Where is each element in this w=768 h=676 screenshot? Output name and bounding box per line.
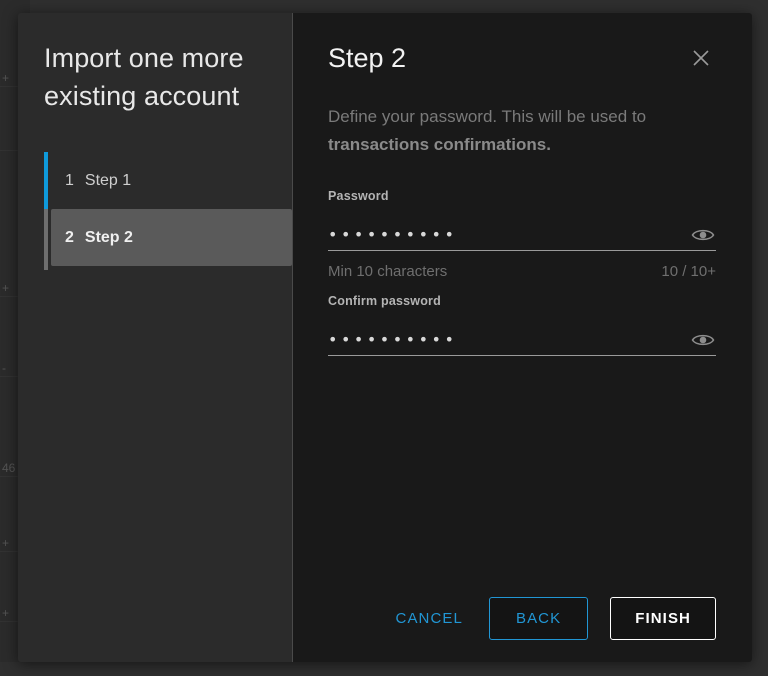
password-form: Password •••••••••• Min 10 characters 10… (328, 189, 716, 356)
modal-left-panel: Import one more existing account 1 Step … (18, 13, 292, 662)
confirm-password-input[interactable]: •••••••••• (328, 331, 690, 348)
password-hint-row: Min 10 characters 10 / 10+ (328, 263, 716, 280)
confirm-password-label: Confirm password (328, 294, 441, 308)
finish-button[interactable]: FINISH (610, 597, 716, 640)
backdrop-bottom-bar (0, 662, 768, 676)
eye-icon[interactable] (690, 330, 716, 350)
step-header: Step 2 (328, 41, 716, 75)
stepper-item-label: Step 1 (84, 171, 132, 189)
password-hint: Min 10 characters (328, 263, 448, 280)
step-description-emphasis: transactions confirmations. (328, 135, 551, 154)
cancel-button[interactable]: CANCEL (392, 600, 467, 637)
password-input[interactable]: •••••••••• (328, 226, 690, 243)
stepper-item-step-1[interactable]: 1 Step 1 (18, 152, 292, 209)
confirm-password-field-block: Confirm password •••••••••• (328, 294, 716, 356)
password-field-block: Password •••••••••• Min 10 characters 10… (328, 189, 716, 280)
confirm-password-input-wrap[interactable]: •••••••••• (328, 324, 716, 356)
back-button[interactable]: BACK (488, 597, 589, 640)
modal-footer: CANCEL BACK FINISH (328, 597, 716, 640)
eye-icon[interactable] (690, 225, 716, 245)
password-input-wrap[interactable]: •••••••••• (328, 219, 716, 251)
modal-right-panel: Step 2 Define your password. This will b… (292, 13, 752, 662)
password-counter: 10 / 10+ (661, 263, 716, 280)
close-icon[interactable] (686, 43, 716, 73)
import-account-modal: Import one more existing account 1 Step … (18, 13, 752, 662)
password-label: Password (328, 189, 389, 203)
stepper: 1 Step 1 2 Step 2 (18, 152, 292, 270)
step-description: Define your password. This will be used … (328, 103, 693, 159)
modal-title: Import one more existing account (44, 43, 244, 111)
stepper-item-label: Step 2 (84, 228, 133, 246)
stepper-item-step-2[interactable]: 2 Step 2 (51, 209, 292, 266)
step-description-plain: Define your password. This will be used … (328, 107, 647, 126)
stepper-item-number: 2 (65, 228, 74, 246)
step-title: Step 2 (328, 43, 407, 73)
stepper-item-number: 1 (65, 171, 74, 189)
